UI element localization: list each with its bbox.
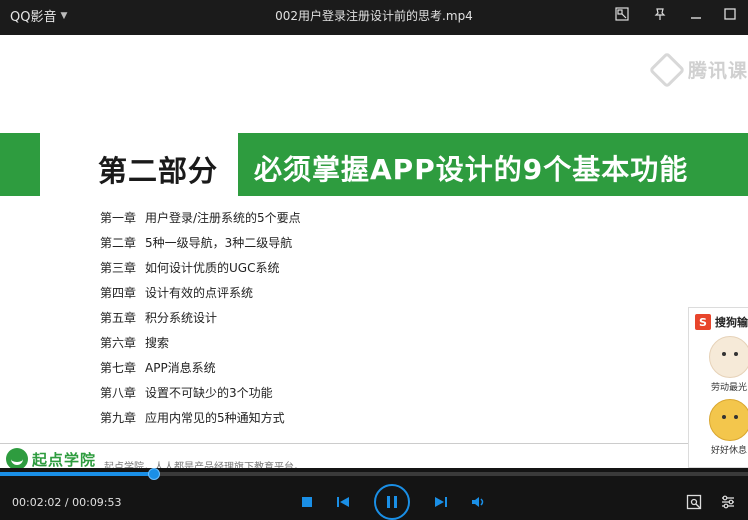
screenshot-icon[interactable] <box>684 493 704 511</box>
time-display: 00:02:02 / 00:09:53 <box>12 496 122 509</box>
chapter-item: 第二章 5种一级导航，3种二级导航 <box>100 234 301 259</box>
section-subtitle: 必须掌握APP设计的9个基本功能 <box>254 153 689 186</box>
chapter-title: 用户登录/注册系统的5个要点 <box>145 211 301 225</box>
chapter-title: 设计有效的点评系统 <box>145 286 254 300</box>
chapter-item: 第五章 积分系统设计 <box>100 309 301 334</box>
chapter-number: 第六章 <box>100 336 137 350</box>
sticker-image[interactable] <box>709 399 748 441</box>
chapter-item: 第八章 设置不可缺少的3个功能 <box>100 384 301 409</box>
chapter-title: APP消息系统 <box>145 361 216 375</box>
chapter-title: 5种一级导航，3种二级导航 <box>145 236 293 250</box>
chapter-title: 搜索 <box>145 336 170 350</box>
ad-title: 搜狗输 <box>715 316 748 329</box>
mini-mode-icon[interactable] <box>608 1 636 27</box>
chapter-item: 第三章 如何设计优质的UGC系统 <box>100 259 301 284</box>
sticker-caption: 好好休息 <box>711 446 748 456</box>
chapter-list: 第一章 用户登录/注册系统的5个要点 第二章 5种一级导航，3种二级导航 第三章 如何… <box>100 209 301 434</box>
volume-icon[interactable] <box>469 494 489 510</box>
video-frame[interactable]: 腾讯课 第二部分 必须掌握APP设计的9个基本功能 第一章 用户登录/注册系统的5… <box>0 30 748 468</box>
footer-text: 起点学院，人人都是产品经理旗下教育平台。 <box>104 462 304 468</box>
chapter-title: 设置不可缺少的3个功能 <box>145 386 273 400</box>
footer-divider <box>0 443 690 444</box>
progress-bar[interactable] <box>0 468 748 480</box>
chapter-item: 第七章 APP消息系统 <box>100 359 301 384</box>
pin-icon[interactable] <box>646 1 674 27</box>
time-separator: / <box>61 496 73 509</box>
chapter-title: 应用内常见的5种通知方式 <box>145 411 285 425</box>
smile-logo-icon <box>6 448 28 468</box>
chapter-number: 第四章 <box>100 286 137 300</box>
chapter-number: 第五章 <box>100 311 137 325</box>
settings-icon[interactable] <box>718 493 738 511</box>
previous-icon[interactable] <box>333 494 353 510</box>
minimize-icon[interactable] <box>682 1 710 27</box>
chapter-number: 第三章 <box>100 261 137 275</box>
chapter-number: 第二章 <box>100 236 137 250</box>
chapter-item: 第一章 用户登录/注册系统的5个要点 <box>100 209 301 234</box>
watermark-logo-icon <box>648 51 686 88</box>
chapter-number: 第九章 <box>100 411 137 425</box>
sogou-logo-icon: S <box>695 314 711 330</box>
video-top-band <box>0 30 748 35</box>
maximize-icon[interactable] <box>716 1 744 27</box>
green-bar-left <box>0 133 40 196</box>
next-icon[interactable] <box>431 494 451 510</box>
current-time: 00:02:02 <box>12 496 62 509</box>
qidian-logo: 起点学院 <box>6 448 96 468</box>
total-time: 00:09:53 <box>72 496 122 509</box>
ad-popup[interactable]: S 搜狗输 劳动最光 好好休息 <box>688 307 748 468</box>
sticker-image[interactable] <box>709 336 748 378</box>
stop-icon[interactable] <box>298 494 316 510</box>
chapter-item: 第九章 应用内常见的5种通知方式 <box>100 409 301 434</box>
chapter-title: 如何设计优质的UGC系统 <box>145 261 280 275</box>
watermark: 腾讯课 <box>648 51 748 88</box>
chapter-item: 第六章 搜索 <box>100 334 301 359</box>
ad-header: S 搜狗输 <box>689 308 748 330</box>
chapter-number: 第八章 <box>100 386 137 400</box>
chapter-number: 第一章 <box>100 211 137 225</box>
progress-fill <box>0 472 155 476</box>
pause-icon[interactable] <box>374 484 410 520</box>
watermark-text: 腾讯课 <box>687 60 748 82</box>
logo-text: 起点学院 <box>32 450 97 469</box>
section-title: 第二部分 <box>98 154 219 188</box>
chapter-number: 第七章 <box>100 361 137 375</box>
progress-handle[interactable] <box>148 468 161 480</box>
sticker-caption: 劳动最光 <box>711 383 748 393</box>
chapter-title: 积分系统设计 <box>145 311 218 325</box>
title-bar: QQ影音 ▼ 002用户登录注册设计前的思考.mp4 <box>0 0 748 30</box>
chapter-item: 第四章 设计有效的点评系统 <box>100 284 301 309</box>
